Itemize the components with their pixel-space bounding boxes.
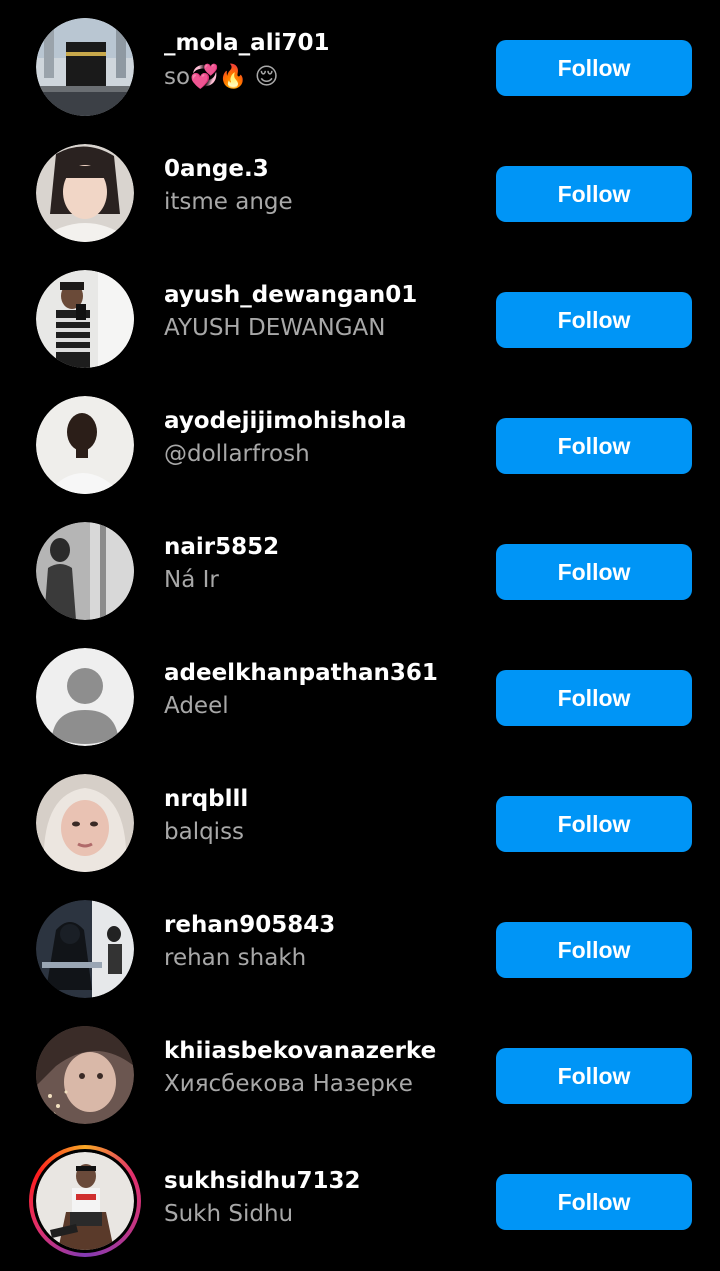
username[interactable]: rehan905843 — [164, 912, 335, 938]
user-row[interactable]: 0ange.3 itsme ange Follow — [0, 126, 720, 252]
full-name: Ná Ir — [164, 567, 219, 593]
follow-button[interactable]: Follow — [496, 796, 692, 852]
avatar[interactable] — [36, 18, 134, 116]
full-name: Adeel — [164, 693, 229, 719]
username[interactable]: nrqblll — [164, 786, 248, 812]
full-name: rehan shakh — [164, 945, 307, 971]
follow-button[interactable]: Follow — [496, 544, 692, 600]
avatar[interactable] — [36, 648, 134, 746]
username[interactable]: _mola_ali701 — [164, 30, 329, 56]
user-row[interactable]: khiiasbekovanazerke Хиясбекова Назерке F… — [0, 1008, 720, 1134]
avatar[interactable] — [36, 270, 134, 368]
suggested-users-list: _mola_ali701 so💞🔥 😌 Follow 0ange.3 itsme… — [0, 0, 720, 1271]
full-name: so💞🔥 😌 — [164, 64, 279, 90]
avatar[interactable] — [36, 396, 134, 494]
avatar — [36, 1152, 134, 1250]
username[interactable]: sukhsidhu7132 — [164, 1168, 361, 1194]
username[interactable]: khiiasbekovanazerke — [164, 1038, 436, 1064]
kaaba-photo — [36, 18, 134, 116]
user-row[interactable]: ayodejijimohishola @dollarfrosh Follow — [0, 378, 720, 504]
anime-art-photo — [36, 900, 134, 998]
username[interactable]: ayush_dewangan01 — [164, 282, 417, 308]
avatar[interactable] — [36, 1026, 134, 1124]
follow-button[interactable]: Follow — [496, 166, 692, 222]
user-row[interactable]: rehan905843 rehan shakh Follow — [0, 882, 720, 1008]
sparkle-selfie-photo — [36, 1026, 134, 1124]
follow-button[interactable]: Follow — [496, 418, 692, 474]
user-row[interactable]: nair5852 Ná Ir Follow — [0, 504, 720, 630]
full-name: Sukh Sidhu — [164, 1201, 294, 1227]
follow-button[interactable]: Follow — [496, 40, 692, 96]
follow-button[interactable]: Follow — [496, 670, 692, 726]
full-name: itsme ange — [164, 189, 293, 215]
full-name: balqiss — [164, 819, 245, 845]
follow-button[interactable]: Follow — [496, 1174, 692, 1230]
mirror-selfie-photo — [36, 270, 134, 368]
full-name: AYUSH DEWANGAN — [164, 315, 386, 341]
username[interactable]: nair5852 — [164, 534, 279, 560]
follow-button[interactable]: Follow — [496, 292, 692, 348]
follow-button[interactable]: Follow — [496, 922, 692, 978]
user-row[interactable]: adeelkhanpathan361 Adeel Follow — [0, 630, 720, 756]
avatar[interactable] — [36, 522, 134, 620]
portrait-photo — [36, 396, 134, 494]
default-avatar-icon — [36, 648, 134, 746]
username[interactable]: adeelkhanpathan361 — [164, 660, 438, 686]
avatar[interactable] — [36, 144, 134, 242]
user-row[interactable]: sukhsidhu7132 Sukh Sidhu Follow — [0, 1134, 720, 1260]
full-name: @dollarfrosh — [164, 441, 310, 467]
username[interactable]: 0ange.3 — [164, 156, 269, 182]
selfie-photo — [36, 144, 134, 242]
chair-pose-photo — [36, 1152, 134, 1250]
username[interactable]: ayodejijimohishola — [164, 408, 407, 434]
bw-mirror-photo — [36, 522, 134, 620]
user-row[interactable]: nrqblll balqiss Follow — [0, 756, 720, 882]
follow-button[interactable]: Follow — [496, 1048, 692, 1104]
avatar[interactable] — [36, 900, 134, 998]
user-row[interactable]: ayush_dewangan01 AYUSH DEWANGAN Follow — [0, 252, 720, 378]
hijab-selfie-photo — [36, 774, 134, 872]
avatar[interactable] — [36, 774, 134, 872]
full-name: Хиясбекова Назерке — [164, 1071, 413, 1097]
avatar-story-ring[interactable] — [29, 1145, 141, 1257]
user-row[interactable]: _mola_ali701 so💞🔥 😌 Follow — [0, 0, 720, 126]
